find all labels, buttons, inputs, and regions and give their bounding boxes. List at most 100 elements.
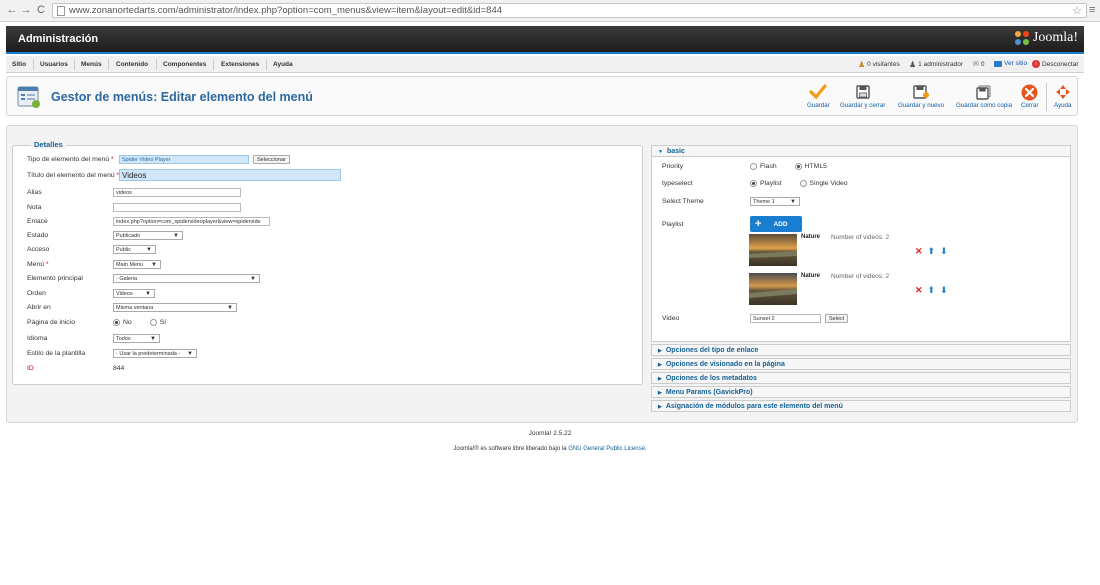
panel-link-type-options[interactable]: ▶ Opciones del tipo de enlace (651, 344, 1071, 356)
menu-ayuda[interactable]: Ayuda (273, 61, 293, 68)
arrow-down-icon[interactable]: ⬇ (940, 246, 948, 257)
select-type-button[interactable]: Seleccionar (253, 154, 290, 164)
home-no-radio[interactable] (113, 318, 120, 326)
menu-componentes[interactable]: Componentes (163, 61, 206, 68)
link-input[interactable]: index.php?option=com_spidervideoplayer&v… (113, 216, 270, 226)
theme-select[interactable]: Theme 1 ▼ (750, 197, 800, 206)
panel-menu-params[interactable]: ▶ Menu Params (GavickPro) (651, 386, 1071, 398)
arrow-up-icon[interactable]: ⬆ (928, 246, 936, 257)
forward-arrow-icon[interactable]: → (20, 3, 32, 17)
parent-select[interactable]: - Galeria ▼ (113, 273, 260, 283)
triangle-right-icon: ▶ (658, 362, 662, 368)
language-select[interactable]: Todos ▼ (113, 333, 160, 343)
logout-link[interactable]: i Desconectar (1032, 60, 1079, 68)
status-select[interactable]: Publicado ▼ (113, 230, 183, 240)
messages-status[interactable]: ✉ 0 (973, 60, 985, 69)
playlist-row: Playlist + ADD (662, 216, 802, 232)
help-lifebuoy-icon (1055, 85, 1070, 99)
open-in-select[interactable]: Misma ventana ▼ (113, 302, 237, 312)
playlist-count: Number of videos: 2 (831, 273, 890, 280)
help-button[interactable]: Ayuda (1054, 83, 1071, 109)
order-row: Orden Videos ▼ (27, 287, 627, 299)
main-menu-bar: Sitio Usuarios Menús Contenido Component… (6, 56, 1084, 73)
menu-extensiones[interactable]: Extensiones (221, 61, 259, 68)
arrow-down-icon[interactable]: ⬇ (940, 285, 948, 296)
browser-toolbar: ← → C www.zonanortedarts.com/administrat… (0, 0, 1100, 22)
browser-menu-icon[interactable]: ≡ (1089, 4, 1095, 16)
playlist-thumbnail (749, 273, 797, 305)
note-input[interactable] (113, 202, 241, 212)
save-copy-button[interactable]: Guardar como copia (956, 83, 1012, 109)
admin-title: Administración (18, 33, 99, 45)
save-close-button[interactable]: Guardar y cerrar (840, 83, 885, 109)
video-row: Video Sunset 2 Select (662, 314, 849, 323)
typeselect-playlist-radio[interactable] (750, 180, 757, 187)
home-row: Página de inicio No Sí (27, 318, 167, 326)
visitors-status: ♟ 0 visitantes (858, 60, 900, 69)
basic-panel-body: Priority Flash HTML5 typeselect Playlist… (651, 156, 1071, 342)
bookmark-star-icon[interactable]: ☆ (1072, 4, 1082, 17)
url-text: www.zonanortedarts.com/administrator/ind… (69, 5, 503, 16)
alias-row: Alias videos (27, 186, 627, 198)
triangle-down-icon: ▼ (658, 149, 663, 155)
typeselect-row: typeselect Playlist Single Video (662, 180, 848, 187)
floppy-disk-plus-icon (913, 85, 930, 99)
page-icon (57, 6, 65, 16)
delete-icon[interactable]: ✕ (915, 285, 923, 296)
admin-header: Administración Joomla! (6, 26, 1084, 54)
parent-row: Elemento principal - Galeria ▼ (27, 272, 627, 284)
version-footer: Joomla! 2.5.22 (528, 430, 572, 437)
triangle-right-icon: ▶ (658, 348, 662, 354)
priority-html5-radio[interactable] (794, 163, 802, 170)
menu-sitio[interactable]: Sitio (12, 61, 26, 68)
access-select[interactable]: Public ▼ (113, 244, 156, 254)
playlist-name: Nature (801, 273, 821, 279)
save-new-button[interactable]: Guardar y nuevo (898, 83, 944, 109)
playlist-name: Nature (801, 234, 821, 240)
checkmark-icon (809, 84, 827, 100)
arrow-up-icon[interactable]: ⬆ (928, 285, 936, 296)
save-button[interactable]: Guardar (807, 83, 830, 109)
reload-icon[interactable]: C (35, 3, 47, 17)
menu-contenido[interactable]: Contenido (116, 61, 148, 68)
power-icon: i (1032, 60, 1040, 68)
panel-module-assignment[interactable]: ▶ Asignación de módulos para este element… (651, 400, 1071, 412)
license-footer: Joomla!® es software libre liberado bajo… (453, 446, 647, 452)
menu-manager-icon (17, 86, 40, 108)
alias-input[interactable]: videos (113, 187, 241, 197)
open-in-row: Abrir en Misma ventana ▼ (27, 301, 627, 313)
template-style-select[interactable]: - Usar la predeterminada - ▼ (113, 348, 197, 358)
typeselect-single-radio[interactable] (799, 180, 807, 187)
video-input[interactable]: Sunset 2 (750, 314, 821, 323)
view-site-link[interactable]: Ver sitio (994, 60, 1027, 67)
admin-icon: ♟ (909, 60, 917, 69)
title-input[interactable]: Videos (119, 169, 341, 181)
delete-icon[interactable]: ✕ (915, 246, 923, 257)
panel-metadata-options[interactable]: ▶ Opciones de los metadatos (651, 372, 1071, 384)
address-bar[interactable]: www.zonanortedarts.com/administrator/ind… (52, 3, 1087, 18)
link-row: Enlace index.php?option=com_spidervideop… (27, 215, 627, 227)
video-select-button[interactable]: Select (825, 314, 849, 323)
access-row: Acceso Public ▼ (27, 243, 627, 255)
type-field[interactable]: Spider Video Player (119, 154, 249, 164)
page-toolbar: Gestor de menús: Editar elemento del men… (6, 76, 1078, 116)
priority-flash-radio[interactable] (750, 163, 757, 170)
close-button[interactable]: Cerrar (1021, 83, 1039, 109)
id-value: 844 (113, 364, 125, 372)
license-link[interactable]: GNU General Public License. (568, 446, 646, 452)
home-yes-radio[interactable] (149, 318, 157, 326)
floppy-disk-icon (855, 85, 870, 99)
playlist-item: Nature Number of videos: 2 ✕ ⬆ ⬇ (749, 234, 949, 268)
menu-select[interactable]: Main Menu ▼ (113, 259, 161, 269)
panel-page-display-options[interactable]: ▶ Opciones de visionado en la página (651, 358, 1071, 370)
menu-usuarios[interactable]: Usuarios (40, 61, 68, 68)
triangle-right-icon: ▶ (658, 390, 662, 396)
admins-status: ♟ 1 administrador (909, 60, 963, 69)
menu-menus[interactable]: Menús (81, 61, 102, 68)
monitor-icon (994, 60, 1002, 67)
back-arrow-icon[interactable]: ← (6, 3, 18, 17)
add-playlist-button[interactable]: + ADD (750, 216, 802, 232)
order-select[interactable]: Videos ▼ (113, 288, 155, 298)
logo-text: Joomla! (1032, 30, 1078, 45)
page-title: Gestor de menús: Editar elemento del men… (51, 90, 313, 104)
